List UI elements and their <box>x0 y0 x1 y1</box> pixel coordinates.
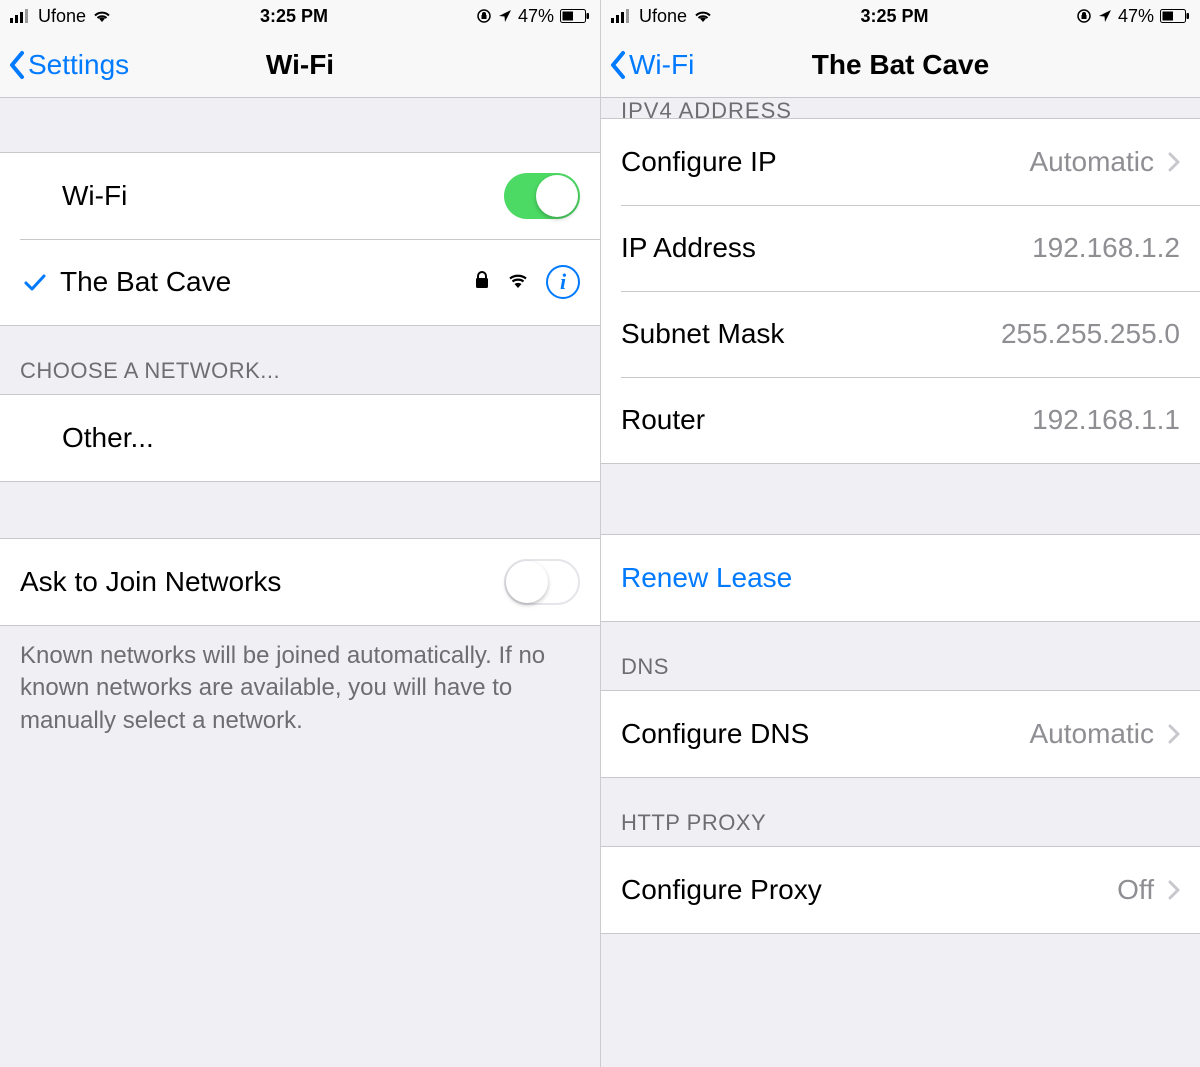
wifi-toggle-row[interactable]: Wi-Fi <box>0 153 600 239</box>
router-row: Router 192.168.1.1 <box>601 377 1200 463</box>
router-value: 192.168.1.1 <box>1032 404 1180 436</box>
checkmark-icon <box>20 272 50 292</box>
chevron-right-icon <box>1168 880 1180 900</box>
carrier-label: Ufone <box>639 6 687 27</box>
wifi-icon <box>693 9 713 23</box>
chevron-right-icon <box>1168 152 1180 172</box>
orientation-lock-icon <box>1076 8 1092 24</box>
wifi-toggle-label: Wi-Fi <box>62 180 127 212</box>
nav-bar: Wi-Fi The Bat Cave <box>601 32 1200 98</box>
page-title: The Bat Cave <box>812 49 989 81</box>
lock-icon <box>474 270 490 295</box>
battery-percent: 47% <box>518 6 554 27</box>
connected-network-row[interactable]: The Bat Cave i <box>0 239 600 325</box>
configure-dns-label: Configure DNS <box>621 718 809 750</box>
renew-lease-label: Renew Lease <box>621 562 792 594</box>
device-wifi-settings: Ufone 3:25 PM 47% <box>0 0 600 1067</box>
signal-bars-icon <box>611 9 633 23</box>
ip-address-value: 192.168.1.2 <box>1032 232 1180 264</box>
back-button[interactable]: Wi-Fi <box>609 32 694 97</box>
configure-dns-value: Automatic <box>1030 718 1155 750</box>
info-icon[interactable]: i <box>546 265 580 299</box>
other-network-row[interactable]: Other... <box>0 395 600 481</box>
device-network-details: Ufone 3:25 PM 47% <box>600 0 1200 1067</box>
location-arrow-icon <box>1098 9 1112 23</box>
configure-proxy-value: Off <box>1117 874 1154 906</box>
subnet-mask-label: Subnet Mask <box>621 318 784 350</box>
ipv4-address-header: IPV4 ADDRESS <box>601 98 1200 118</box>
wifi-icon <box>92 9 112 23</box>
back-button[interactable]: Settings <box>8 32 129 97</box>
configure-dns-row[interactable]: Configure DNS Automatic <box>601 691 1200 777</box>
carrier-label: Ufone <box>38 6 86 27</box>
http-proxy-header: HTTP PROXY <box>601 778 1200 846</box>
configure-proxy-label: Configure Proxy <box>621 874 822 906</box>
subnet-mask-value: 255.255.255.0 <box>1001 318 1180 350</box>
subnet-mask-row: Subnet Mask 255.255.255.0 <box>601 291 1200 377</box>
ip-address-row: IP Address 192.168.1.2 <box>601 205 1200 291</box>
signal-bars-icon <box>10 9 32 23</box>
ask-to-join-label: Ask to Join Networks <box>20 566 281 598</box>
orientation-lock-icon <box>476 8 492 24</box>
ask-to-join-footer: Known networks will be joined automatica… <box>0 626 600 751</box>
page-title: Wi-Fi <box>266 49 334 81</box>
wifi-strength-icon <box>506 271 530 294</box>
battery-icon <box>560 9 590 23</box>
choose-network-header: CHOOSE A NETWORK... <box>0 326 600 394</box>
configure-ip-row[interactable]: Configure IP Automatic <box>601 119 1200 205</box>
nav-bar: Settings Wi-Fi <box>0 32 600 98</box>
status-bar: Ufone 3:25 PM 47% <box>0 0 600 32</box>
back-label: Settings <box>28 49 129 81</box>
battery-percent: 47% <box>1118 6 1154 27</box>
ask-to-join-toggle[interactable] <box>504 559 580 605</box>
connected-network-name: The Bat Cave <box>60 266 231 298</box>
configure-ip-label: Configure IP <box>621 146 777 178</box>
status-bar: Ufone 3:25 PM 47% <box>601 0 1200 32</box>
wifi-toggle[interactable] <box>504 173 580 219</box>
chevron-right-icon <box>1168 724 1180 744</box>
status-time: 3:25 PM <box>860 6 928 27</box>
renew-lease-row[interactable]: Renew Lease <box>601 535 1200 621</box>
router-label: Router <box>621 404 705 436</box>
status-time: 3:25 PM <box>260 6 328 27</box>
battery-icon <box>1160 9 1190 23</box>
configure-ip-value: Automatic <box>1030 146 1155 178</box>
ip-address-label: IP Address <box>621 232 756 264</box>
location-arrow-icon <box>498 9 512 23</box>
dns-header: DNS <box>601 622 1200 690</box>
other-network-label: Other... <box>62 422 154 454</box>
configure-proxy-row[interactable]: Configure Proxy Off <box>601 847 1200 933</box>
back-label: Wi-Fi <box>629 49 694 81</box>
ask-to-join-row[interactable]: Ask to Join Networks <box>0 539 600 625</box>
